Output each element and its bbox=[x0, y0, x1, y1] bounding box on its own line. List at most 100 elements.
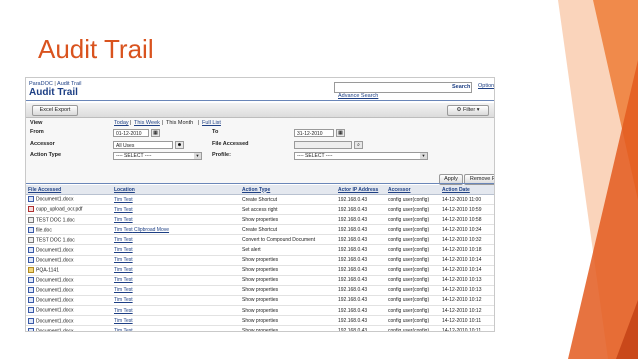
location-link[interactable]: Tim Test bbox=[114, 247, 133, 253]
file-cell[interactable]: Document1.docx bbox=[26, 315, 112, 327]
search-icon[interactable]: ⌕ bbox=[354, 141, 363, 149]
col-header-accessor[interactable]: Accessor bbox=[386, 185, 440, 195]
location-cell[interactable]: Tim Test bbox=[112, 315, 240, 327]
file-cell[interactable]: Document1.docx bbox=[26, 194, 112, 206]
table-row[interactable]: Document1.docx Tim Test Show properties 192… bbox=[26, 285, 494, 296]
location-cell[interactable]: Tim Test bbox=[112, 204, 240, 216]
table-row[interactable]: TEST DOC 1.doc Tim Test Show properties 192… bbox=[26, 214, 494, 226]
location-cell[interactable]: Tim Test bbox=[112, 214, 240, 226]
view-this-week-link[interactable]: This Week bbox=[134, 120, 160, 126]
excel-export-button[interactable]: Excel Export bbox=[32, 105, 78, 116]
file-cell[interactable]: PQA-1141 bbox=[26, 265, 112, 276]
location-link[interactable]: Tim Test bbox=[114, 308, 133, 314]
word-doc-icon bbox=[28, 317, 34, 324]
file-cell[interactable]: file.doc bbox=[26, 224, 112, 236]
chevron-down-icon: ▼ bbox=[194, 153, 201, 159]
file-accessed-input[interactable] bbox=[294, 141, 352, 149]
app-screenshot: ParaDOC | Audit Trail Audit Trail Search… bbox=[25, 77, 495, 332]
location-cell[interactable]: Tim Test Clipbroad Move bbox=[112, 224, 240, 236]
view-this-month-link[interactable]: This Month bbox=[166, 120, 193, 126]
col-header-action-type[interactable]: Action Type bbox=[240, 185, 336, 195]
action-date-cell: 14-12-2010 10:14 bbox=[440, 255, 494, 266]
table-row[interactable]: Document1.docx Tim Test Set alert 192.168.0… bbox=[26, 244, 494, 256]
location-link[interactable]: Tim Test bbox=[114, 207, 133, 213]
location-cell[interactable]: Tim Test bbox=[112, 285, 240, 296]
file-cell[interactable]: Document1.docx bbox=[26, 285, 112, 296]
table-row[interactable]: TEST DOC 1.doc Tim Test Convert to Compoun… bbox=[26, 234, 494, 246]
action-date-cell: 14-12-2010 10:58 bbox=[440, 214, 494, 226]
location-cell[interactable]: Tim Test bbox=[112, 244, 240, 256]
profile-select[interactable]: ---- SELECT ---- ▼ bbox=[294, 152, 428, 160]
location-link[interactable]: Tim Test bbox=[114, 318, 133, 324]
file-cell[interactable]: Document1.docx bbox=[26, 305, 112, 317]
file-cell[interactable]: Document1.docx bbox=[26, 244, 112, 256]
location-cell[interactable]: Tim Test bbox=[112, 255, 240, 266]
location-cell[interactable]: Tim Test bbox=[112, 295, 240, 307]
location-link[interactable]: Tim Test bbox=[114, 217, 133, 223]
to-date-input[interactable]: 31-12-2010 bbox=[294, 129, 334, 137]
table-row[interactable]: Document1.docx Tim Test Show properties 192… bbox=[26, 305, 494, 317]
accessor-cell: config user(config) bbox=[386, 224, 440, 236]
accessor-cell: config user(config) bbox=[386, 285, 440, 296]
location-cell[interactable]: Tim Test bbox=[112, 305, 240, 317]
col-header-action-date[interactable]: Action Date bbox=[440, 185, 494, 195]
location-cell[interactable]: Tim Test bbox=[112, 194, 240, 206]
table-row[interactable]: Document1.docx Tim Test Show properties 192… bbox=[26, 295, 494, 307]
file-cell[interactable]: TEST DOC 1.doc bbox=[26, 214, 112, 226]
word-doc-icon bbox=[28, 287, 34, 294]
advanced-search-link[interactable]: Advance Search bbox=[338, 93, 378, 99]
location-link[interactable]: Clipbroad Move bbox=[134, 227, 169, 233]
word-doc-icon bbox=[28, 277, 34, 284]
word-doc-icon bbox=[28, 246, 34, 253]
location-link[interactable]: Tim Test bbox=[114, 257, 133, 263]
file-accessed-label: File Accessed bbox=[212, 141, 249, 147]
col-header-location[interactable]: Location bbox=[112, 185, 240, 195]
view-today-link[interactable]: Today bbox=[114, 120, 129, 126]
table-row[interactable]: PQA-1141 Tim Test Show properties 192.168.0… bbox=[26, 265, 494, 276]
to-calendar-icon[interactable]: ▦ bbox=[336, 129, 345, 137]
location-cell[interactable]: Tim Test bbox=[112, 234, 240, 246]
location-link[interactable]: Tim Test bbox=[114, 297, 133, 303]
location-link[interactable]: Tim Test bbox=[114, 197, 133, 203]
accessor-input[interactable]: All Uses bbox=[113, 141, 173, 149]
location-link[interactable]: Tim Test bbox=[114, 237, 133, 243]
file-cell[interactable]: TEST DOC 1.doc bbox=[26, 234, 112, 246]
col-header-actor-ip[interactable]: Actor IP Address bbox=[336, 185, 386, 195]
filter-button[interactable]: ⚙ Filter ▾ bbox=[447, 105, 489, 116]
doc-icon bbox=[28, 216, 34, 223]
file-cell[interactable]: Document1.docx bbox=[26, 295, 112, 307]
col-header-file-accessed[interactable]: File Accessed bbox=[26, 185, 112, 195]
table-row[interactable]: Document1.docx Tim Test Show properties 192… bbox=[26, 325, 494, 331]
table-row[interactable]: Document1.docx Tim Test Show properties 192… bbox=[26, 275, 494, 286]
location-cell[interactable]: Tim Test bbox=[112, 325, 240, 331]
location-link[interactable]: Tim Test bbox=[114, 328, 133, 331]
file-cell[interactable]: Document1.docx bbox=[26, 255, 112, 266]
table-header-row: File Accessed Location Action Type Actor… bbox=[26, 185, 494, 195]
action-type-cell: Create Shortcut bbox=[240, 194, 336, 206]
location-link[interactable]: Tim Test bbox=[114, 287, 133, 293]
table-row[interactable]: Document1.docx Tim Test Show properties 192… bbox=[26, 315, 494, 327]
action-date-cell: 14-12-2010 10:13 bbox=[440, 285, 494, 296]
word-doc-icon bbox=[28, 196, 34, 203]
from-calendar-icon[interactable]: ▦ bbox=[151, 129, 160, 137]
table-row[interactable]: file.doc Tim Test Clipbroad Move Create Sh… bbox=[26, 224, 494, 236]
file-cell[interactable]: Document1.docx bbox=[26, 275, 112, 286]
from-date-input[interactable]: 01-12-2010 bbox=[113, 129, 149, 137]
location-link[interactable]: Tim Test bbox=[114, 227, 133, 233]
header-divider bbox=[26, 100, 494, 101]
file-cell[interactable]: cupp_upload_ocr.pdf bbox=[26, 204, 112, 216]
table-row[interactable]: cupp_upload_ocr.pdf Tim Test Set access ri… bbox=[26, 204, 494, 216]
action-type-select[interactable]: ---- SELECT ---- ▼ bbox=[113, 152, 202, 160]
table-row[interactable]: Document1.docx Tim Test Create Shortcut 192… bbox=[26, 194, 494, 206]
location-cell[interactable]: Tim Test bbox=[112, 275, 240, 286]
options-link[interactable]: Option bbox=[478, 83, 494, 89]
action-type-cell: Show properties bbox=[240, 265, 336, 276]
location-link[interactable]: Tim Test bbox=[114, 267, 133, 273]
user-picker-icon[interactable]: ☻ bbox=[175, 141, 184, 149]
table-row[interactable]: Document1.docx Tim Test Show properties 192… bbox=[26, 255, 494, 266]
search-button[interactable]: Search bbox=[452, 84, 470, 90]
view-full-list-link[interactable]: Full List bbox=[202, 120, 221, 126]
file-cell[interactable]: Document1.docx bbox=[26, 325, 112, 331]
location-cell[interactable]: Tim Test bbox=[112, 265, 240, 276]
location-link[interactable]: Tim Test bbox=[114, 277, 133, 283]
